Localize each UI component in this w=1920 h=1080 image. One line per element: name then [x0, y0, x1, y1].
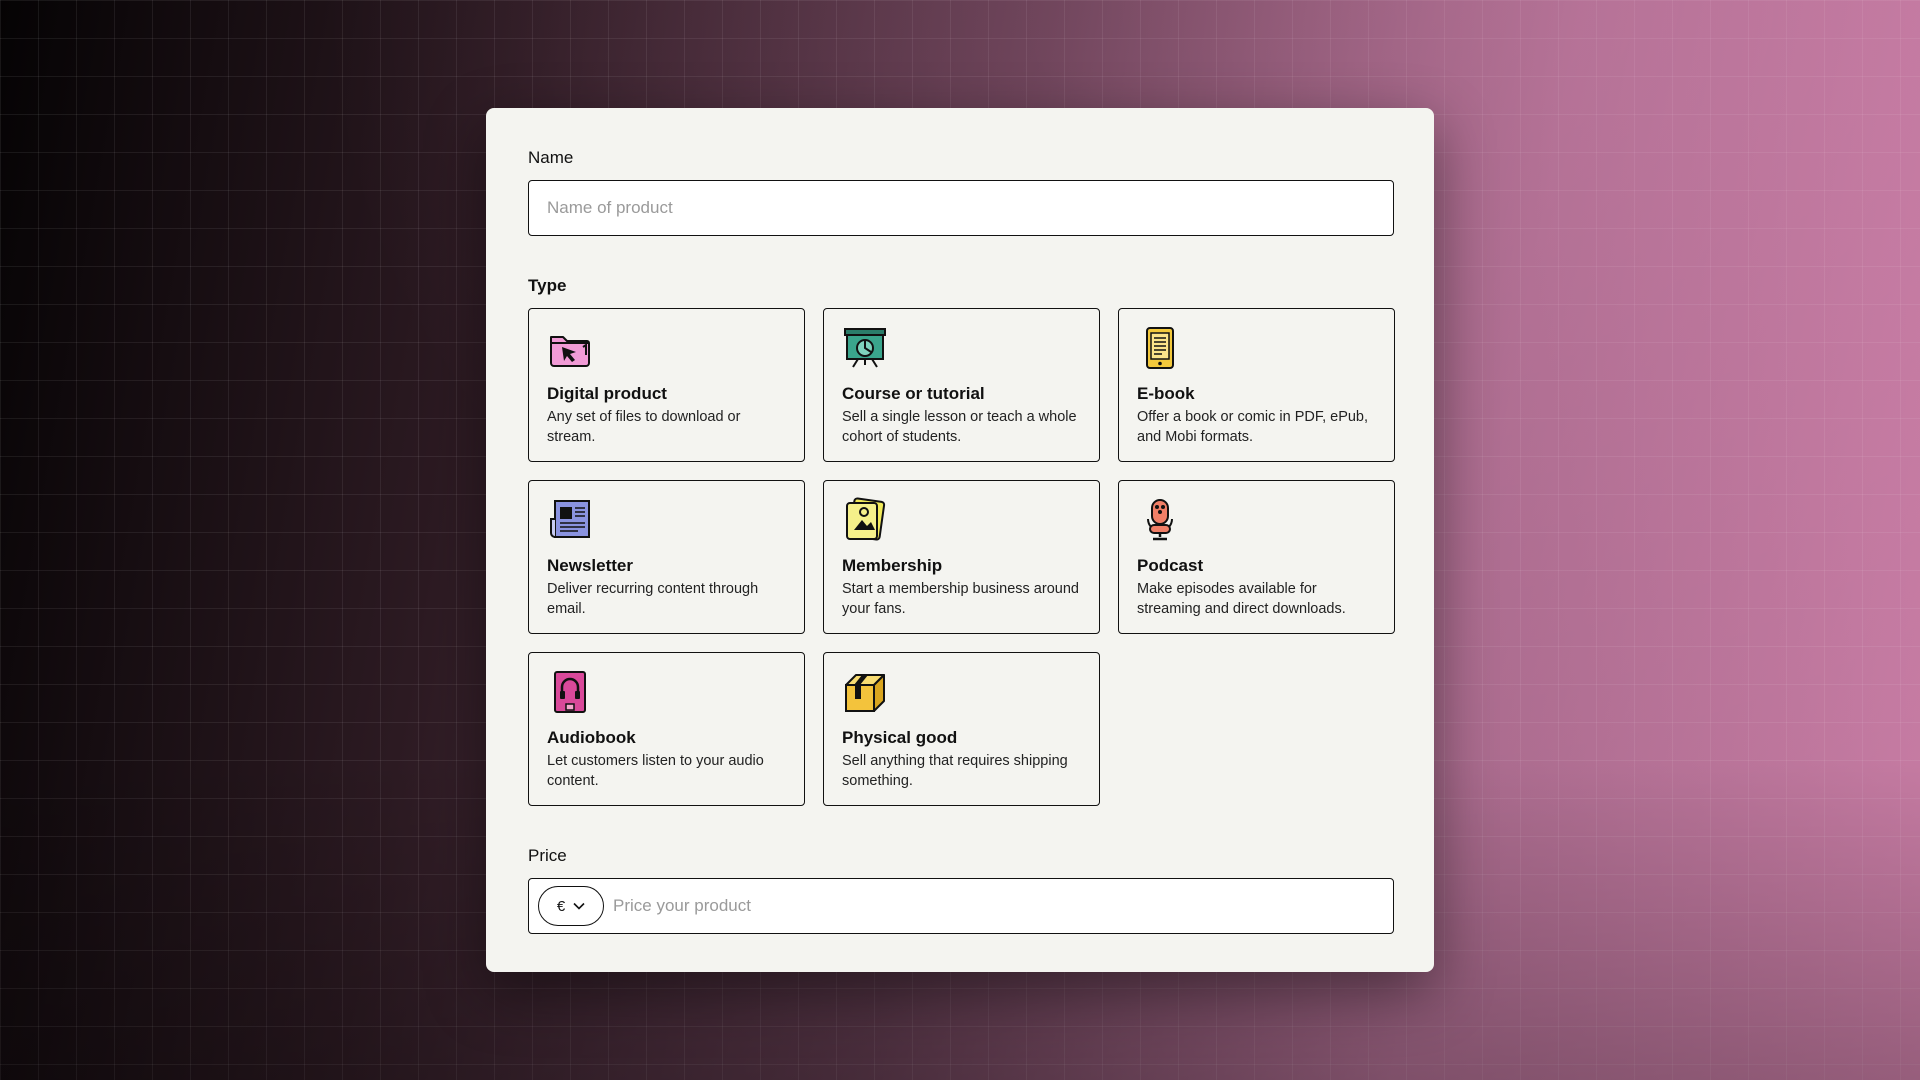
microphone-icon: [1137, 497, 1183, 543]
type-title: Digital product: [547, 384, 667, 403]
type-card-physical-good[interactable]: Physical good Sell anything that require…: [823, 652, 1100, 806]
type-card-e-book[interactable]: E-book Offer a book or comic in PDF, ePu…: [1118, 308, 1395, 462]
type-card-newsletter[interactable]: Newsletter Deliver recurring content thr…: [528, 480, 805, 634]
price-label: Price: [528, 846, 567, 865]
price-input[interactable]: [604, 896, 1393, 916]
type-title: Membership: [842, 556, 943, 575]
type-description: Make episodes available for streaming an…: [1137, 581, 1346, 617]
type-card-digital-product[interactable]: Digital product Any set of files to down…: [528, 308, 805, 462]
type-card-audiobook[interactable]: Audiobook Let customers listen to your a…: [528, 652, 805, 806]
type-grid: Digital product Any set of files to down…: [528, 308, 1395, 806]
type-description: Sell anything that requires shipping som…: [842, 753, 1068, 789]
presentation-board-icon: [842, 325, 888, 371]
new-product-panel: Name Type Digital product Any set of fil…: [486, 108, 1434, 972]
name-field-group: Name: [528, 148, 1394, 236]
name-input[interactable]: [528, 180, 1394, 236]
name-label: Name: [528, 148, 574, 167]
type-card-podcast[interactable]: Podcast Make episodes available for stre…: [1118, 480, 1395, 634]
headphones-book-icon: [547, 669, 593, 715]
ebook-reader-icon: [1137, 325, 1183, 371]
currency-select[interactable]: €: [538, 886, 604, 926]
type-title: E-book: [1137, 384, 1195, 403]
newspaper-icon: [547, 497, 593, 543]
type-card-course-or-tutorial[interactable]: Course or tutorial Sell a single lesson …: [823, 308, 1100, 462]
membership-card-icon: [842, 497, 888, 543]
type-description: Deliver recurring content through email.: [547, 581, 759, 617]
type-title: Newsletter: [547, 556, 633, 575]
type-description: Offer a book or comic in PDF, ePub, and …: [1137, 409, 1369, 445]
type-description: Start a membership business around your …: [842, 581, 1079, 617]
type-title: Audiobook: [547, 728, 636, 747]
type-description: Sell a single lesson or teach a whole co…: [842, 409, 1077, 445]
chevron-down-icon: [573, 902, 585, 910]
type-description: Let customers listen to your audio conte…: [547, 753, 764, 789]
folder-cursor-icon: [547, 325, 593, 371]
currency-symbol: €: [556, 897, 566, 915]
type-title: Course or tutorial: [842, 384, 985, 403]
type-title: Podcast: [1137, 556, 1204, 575]
type-card-membership[interactable]: Membership Start a membership business a…: [823, 480, 1100, 634]
package-box-icon: [842, 669, 888, 715]
type-title: Physical good: [842, 728, 958, 747]
type-description: Any set of files to download or stream.: [547, 409, 741, 445]
price-field: €: [528, 878, 1394, 934]
type-label: Type: [528, 276, 567, 295]
